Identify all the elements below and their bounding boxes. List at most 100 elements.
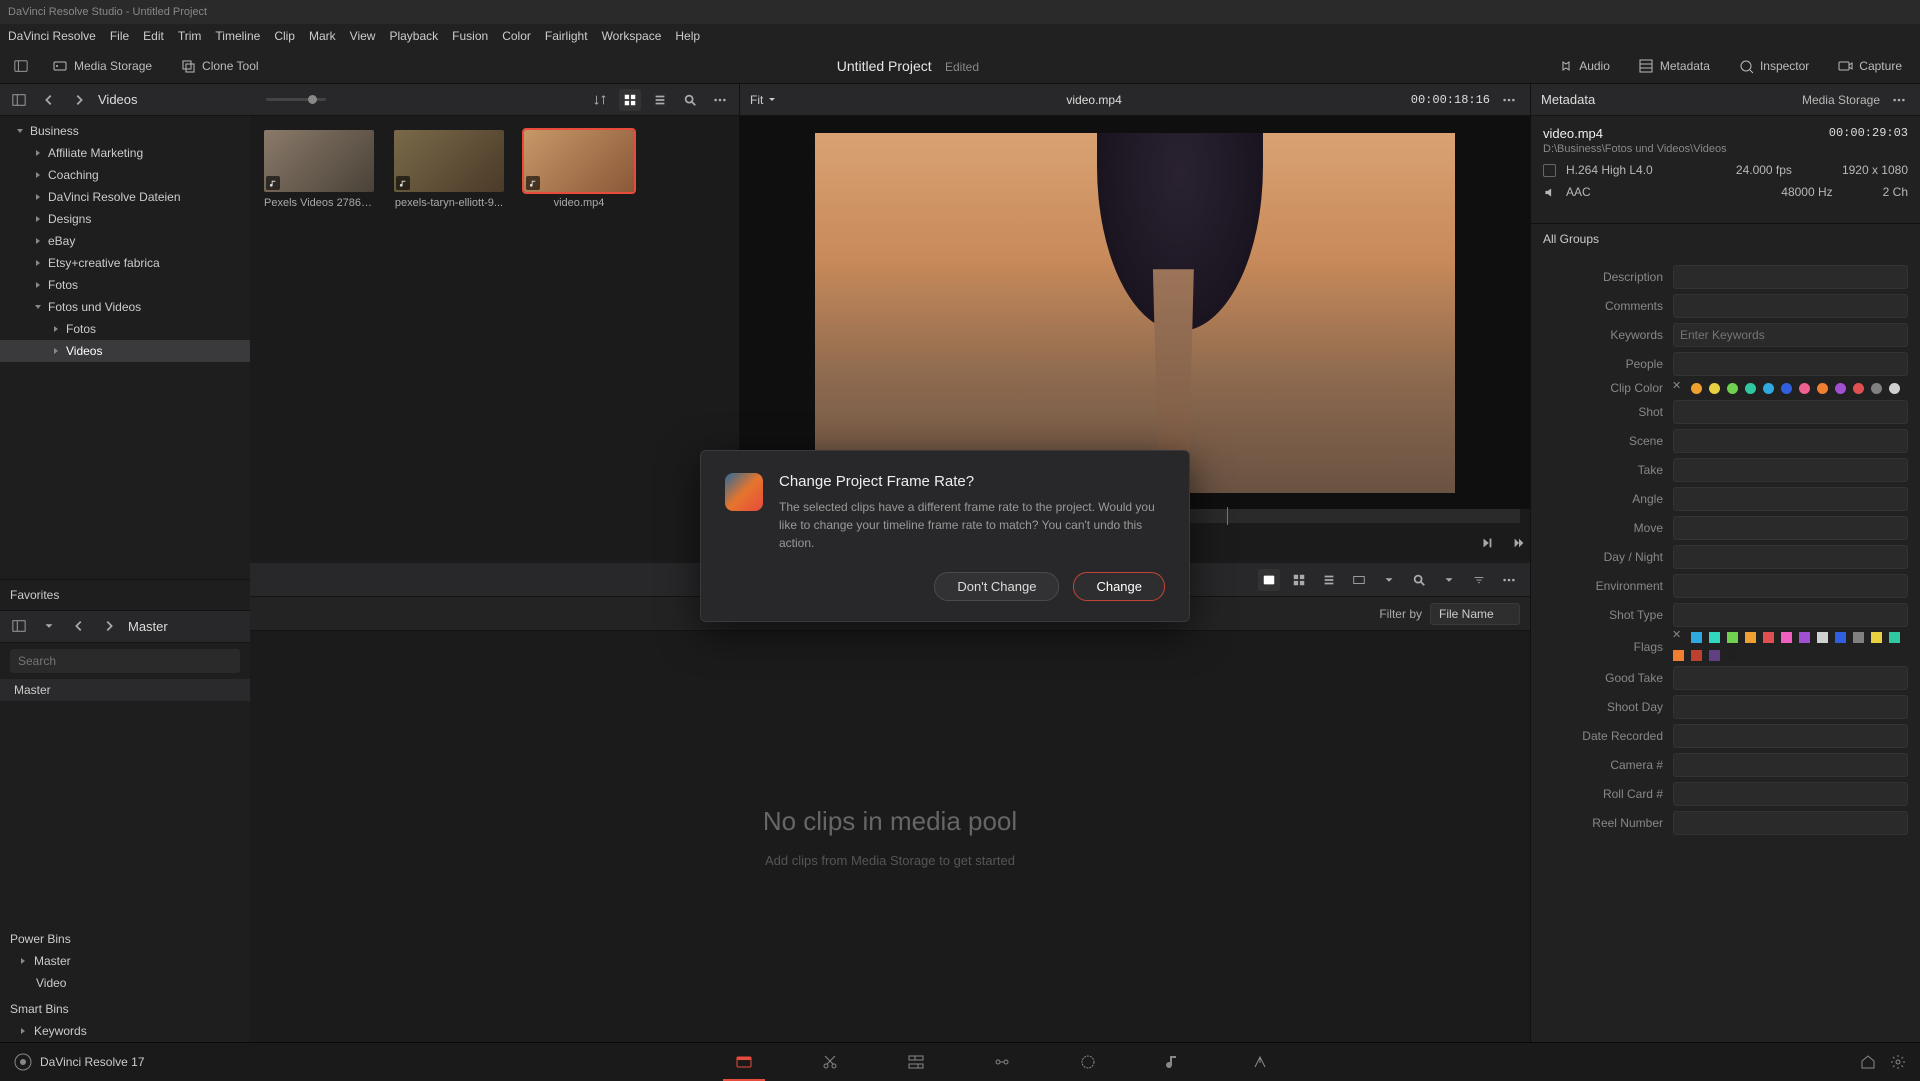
menu-edit[interactable]: Edit [143,29,164,43]
capture-panel-button[interactable]: Capture [1829,54,1910,78]
tree-item[interactable]: Fotos [0,318,250,340]
panel-toggle-left-icon[interactable] [10,55,32,77]
menu-fusion[interactable]: Fusion [452,29,488,43]
tree-item[interactable]: Affiliate Marketing [0,142,250,164]
flag-swatch[interactable] [1709,632,1720,643]
tree-item[interactable]: Designs [0,208,250,230]
flag-swatch[interactable] [1709,650,1720,661]
meta-field-input[interactable] [1673,458,1908,482]
tree-item[interactable]: Fotos [0,274,250,296]
panel-layout-icon[interactable] [8,615,30,637]
flag-swatch[interactable] [1817,632,1828,643]
tree-item[interactable]: Videos [0,340,250,362]
flag-swatch[interactable] [1691,632,1702,643]
meta-field-input[interactable] [1673,429,1908,453]
bins-search-input[interactable] [10,649,240,673]
audio-panel-button[interactable]: Audio [1549,54,1618,78]
menu-fairlight[interactable]: Fairlight [545,29,588,43]
menu-timeline[interactable]: Timeline [215,29,260,43]
nav-forward-icon[interactable] [68,89,90,111]
meta-field-input[interactable] [1673,487,1908,511]
color-swatch[interactable] [1727,383,1738,394]
meta-field-input[interactable] [1673,400,1908,424]
playhead[interactable] [1227,507,1228,525]
meta-field-input[interactable] [1673,352,1908,376]
pool-strip-view-icon[interactable] [1288,569,1310,591]
pool-thumb-view-icon[interactable] [1258,569,1280,591]
inspector-panel-button[interactable]: Inspector [1730,54,1817,78]
meta-field-input[interactable] [1673,695,1908,719]
thumb-size-slider[interactable] [266,98,326,101]
nav-back-icon[interactable] [38,89,60,111]
flag-swatch[interactable] [1871,632,1882,643]
menu-workspace[interactable]: Workspace [602,29,662,43]
meta-field-input[interactable] [1673,545,1908,569]
smart-bin-keywords[interactable]: Keywords [0,1020,250,1042]
meta-field-input[interactable] [1673,294,1908,318]
menu-mark[interactable]: Mark [309,29,336,43]
flag-swatch[interactable] [1799,632,1810,643]
power-bin-master[interactable]: Master [0,950,250,972]
flag-swatch[interactable] [1727,650,1738,661]
clone-tool-button[interactable]: Clone Tool [172,54,266,78]
meta-field-input[interactable] [1673,516,1908,540]
color-none-swatch[interactable] [1673,383,1684,394]
panel-layout-icon[interactable] [8,89,30,111]
menu-clip[interactable]: Clip [274,29,295,43]
tab-media[interactable] [731,1049,757,1075]
tab-fairlight[interactable] [1161,1049,1187,1075]
dont-change-button[interactable]: Don't Change [934,572,1059,601]
nav-back-icon[interactable] [68,615,90,637]
clip-thumbnail[interactable]: pexels-taryn-elliott-9... [394,130,504,209]
menu-help[interactable]: Help [675,29,700,43]
meta-field-input[interactable] [1673,811,1908,835]
flag-swatch[interactable] [1889,632,1900,643]
power-bin-video[interactable]: Video [0,972,250,994]
pool-list-view-icon[interactable] [1318,569,1340,591]
flag-swatch[interactable] [1781,632,1792,643]
search-icon[interactable] [679,89,701,111]
tab-deliver[interactable] [1247,1049,1273,1075]
menu-file[interactable]: File [110,29,129,43]
color-swatch[interactable] [1763,383,1774,394]
tab-cut[interactable] [817,1049,843,1075]
color-swatch[interactable] [1889,383,1900,394]
pool-sort-icon[interactable] [1468,569,1490,591]
viewer-zoom-dropdown[interactable]: Fit [750,93,777,107]
change-button[interactable]: Change [1073,572,1165,601]
color-swatch[interactable] [1853,383,1864,394]
color-swatch[interactable] [1691,383,1702,394]
nav-forward-icon[interactable] [98,615,120,637]
color-swatch[interactable] [1745,383,1756,394]
flag-swatch[interactable] [1853,632,1864,643]
gear-icon[interactable] [1890,1054,1906,1070]
bin-master[interactable]: Master [0,679,250,701]
filter-by-dropdown[interactable]: File Name [1430,603,1520,625]
metadata-more-icon[interactable] [1888,89,1910,111]
meta-field-input[interactable] [1673,574,1908,598]
next-clip-icon[interactable] [1476,532,1498,554]
video-track-checkbox[interactable] [1543,164,1556,177]
meta-field-input[interactable] [1673,753,1908,777]
tree-item[interactable]: eBay [0,230,250,252]
tree-item[interactable]: Coaching [0,164,250,186]
chevron-down-icon[interactable] [1378,569,1400,591]
tab-edit[interactable] [903,1049,929,1075]
tree-item[interactable]: Fotos und Videos [0,296,250,318]
metadata-panel-button[interactable]: Metadata [1630,54,1718,78]
menu-view[interactable]: View [350,29,376,43]
meta-field-input[interactable] [1673,782,1908,806]
color-swatch[interactable] [1799,383,1810,394]
tab-fusion[interactable] [989,1049,1015,1075]
flag-swatch[interactable] [1673,650,1684,661]
menu-playback[interactable]: Playback [389,29,438,43]
meta-group-dropdown[interactable]: All Groups [1531,223,1920,254]
menu-davinci[interactable]: DaVinci Resolve [8,29,96,43]
flag-swatch[interactable] [1763,632,1774,643]
meta-field-input[interactable] [1673,323,1908,347]
flag-swatch[interactable] [1727,632,1738,643]
color-swatch[interactable] [1835,383,1846,394]
flag-swatch[interactable] [1745,632,1756,643]
flag-swatch[interactable] [1691,650,1702,661]
home-icon[interactable] [1860,1054,1876,1070]
